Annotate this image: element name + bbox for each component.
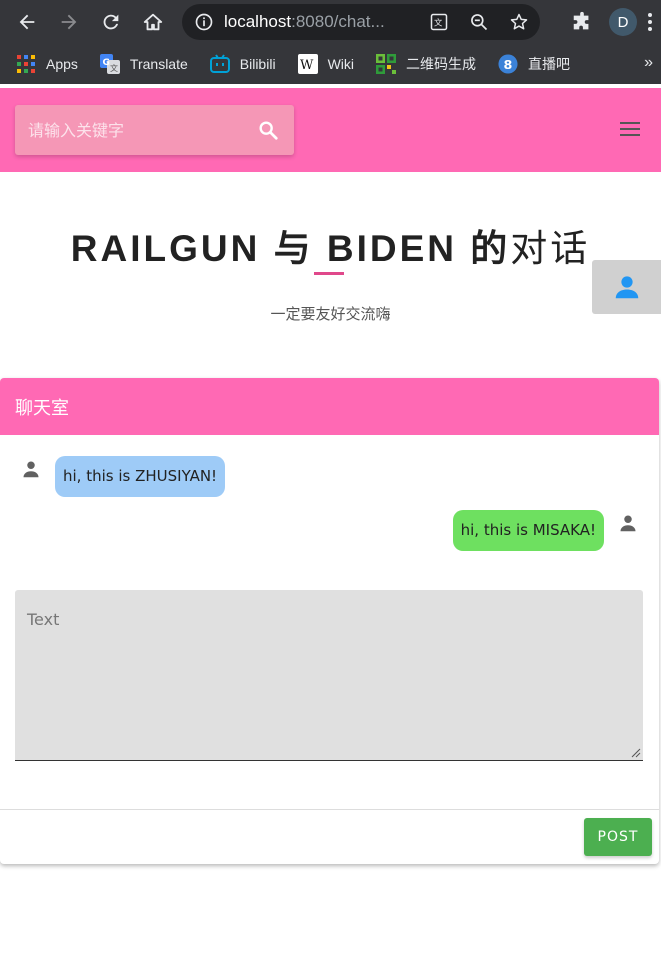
page-subtitle: 一定要友好交流嗨 bbox=[270, 305, 391, 323]
bilibili-icon bbox=[209, 54, 230, 74]
message-bubble: hi, this is MISAKA! bbox=[452, 510, 604, 551]
extensions-puzzle-icon[interactable] bbox=[571, 11, 593, 33]
bookmarks-bar: Apps G文 Translate Bilibili W Wiki 二维码生成 … bbox=[0, 44, 661, 84]
bookmark-qrcode[interactable]: 二维码生成 bbox=[376, 54, 476, 74]
qrcode-icon bbox=[376, 54, 396, 74]
bookmark-wiki[interactable]: W Wiki bbox=[297, 54, 354, 74]
bookmark-label: Bilibili bbox=[239, 56, 276, 72]
message-input[interactable] bbox=[15, 590, 643, 760]
url-path: :8080/chat... bbox=[291, 12, 385, 31]
search-box[interactable] bbox=[15, 105, 294, 155]
url-host: localhost bbox=[224, 12, 292, 31]
message-input-wrapper bbox=[15, 590, 643, 761]
chat-header: 聊天室 bbox=[0, 378, 659, 435]
bookmark-label: 直播吧 bbox=[528, 56, 570, 72]
more-bookmarks-button[interactable]: » bbox=[644, 54, 653, 72]
title-underline bbox=[314, 272, 344, 275]
user-avatar-icon bbox=[620, 515, 636, 532]
svg-text:文: 文 bbox=[434, 17, 443, 27]
app-header bbox=[0, 88, 661, 172]
translate-icon: G文 bbox=[99, 54, 120, 74]
site-info-icon[interactable] bbox=[194, 12, 214, 32]
reload-icon bbox=[103, 14, 119, 30]
bookmark-label: 二维码生成 bbox=[406, 56, 476, 72]
browser-menu-icon[interactable] bbox=[647, 12, 653, 32]
svg-text:G: G bbox=[102, 58, 109, 68]
message-bubble: hi, this is ZHUSIYAN! bbox=[55, 456, 226, 497]
translate-page-icon[interactable]: 文 bbox=[428, 11, 450, 33]
wikipedia-icon: W bbox=[297, 54, 318, 74]
bookmark-star-icon[interactable] bbox=[508, 11, 530, 33]
bookmark-label: Translate bbox=[129, 56, 188, 72]
svg-text:文: 文 bbox=[110, 63, 118, 73]
hamburger-menu-icon[interactable] bbox=[619, 120, 641, 138]
page-title: RAILGUN 与 BIDEN 的对话 bbox=[0, 218, 661, 272]
home-icon bbox=[143, 13, 163, 31]
home-button[interactable] bbox=[135, 4, 171, 40]
card-divider bbox=[0, 809, 659, 810]
zhibo8-icon: 8 bbox=[498, 54, 518, 74]
bookmark-label: Apps bbox=[46, 56, 78, 72]
browser-toolbar: localhost:8080/chat... 文 D bbox=[0, 0, 661, 44]
url-text[interactable]: localhost:8080/chat... bbox=[224, 12, 404, 32]
resize-handle-icon[interactable] bbox=[631, 748, 641, 758]
search-input[interactable] bbox=[28, 120, 248, 140]
back-button[interactable] bbox=[9, 4, 45, 40]
user-panel-button[interactable] bbox=[592, 260, 661, 314]
chat-message-right: hi, this is MISAKA! bbox=[452, 510, 637, 551]
chat-card: 聊天室 hi, this is ZHUSIYAN! hi, this is MI… bbox=[0, 378, 659, 864]
bookmark-zhibo8[interactable]: 8 直播吧 bbox=[498, 54, 570, 74]
page-title-main: RAILGUN 与 BIDEN 的 bbox=[70, 228, 511, 269]
bookmark-bilibili[interactable]: Bilibili bbox=[209, 54, 276, 74]
address-bar[interactable]: localhost:8080/chat... 文 bbox=[182, 4, 540, 40]
forward-arrow-icon bbox=[61, 14, 77, 30]
page-title-tail: 对话 bbox=[510, 227, 591, 270]
chat-message-left: hi, this is ZHUSIYAN! bbox=[22, 456, 226, 497]
forward-button[interactable] bbox=[51, 4, 87, 40]
bookmark-apps[interactable]: Apps bbox=[16, 54, 78, 74]
bookmark-translate[interactable]: G文 Translate bbox=[99, 54, 188, 74]
profile-avatar[interactable]: D bbox=[609, 8, 637, 36]
bookmark-label: Wiki bbox=[327, 56, 354, 72]
svg-text:8: 8 bbox=[503, 57, 512, 72]
user-avatar-icon bbox=[23, 461, 39, 478]
svg-text:W: W bbox=[300, 58, 314, 73]
user-icon bbox=[615, 276, 638, 299]
search-icon[interactable] bbox=[257, 119, 279, 141]
zoom-icon[interactable] bbox=[468, 11, 490, 33]
back-arrow-icon bbox=[19, 14, 35, 30]
reload-button[interactable] bbox=[93, 4, 129, 40]
chat-title: 聊天室 bbox=[15, 397, 69, 419]
post-button[interactable]: POST bbox=[584, 818, 652, 856]
apps-grid-icon bbox=[16, 54, 36, 74]
